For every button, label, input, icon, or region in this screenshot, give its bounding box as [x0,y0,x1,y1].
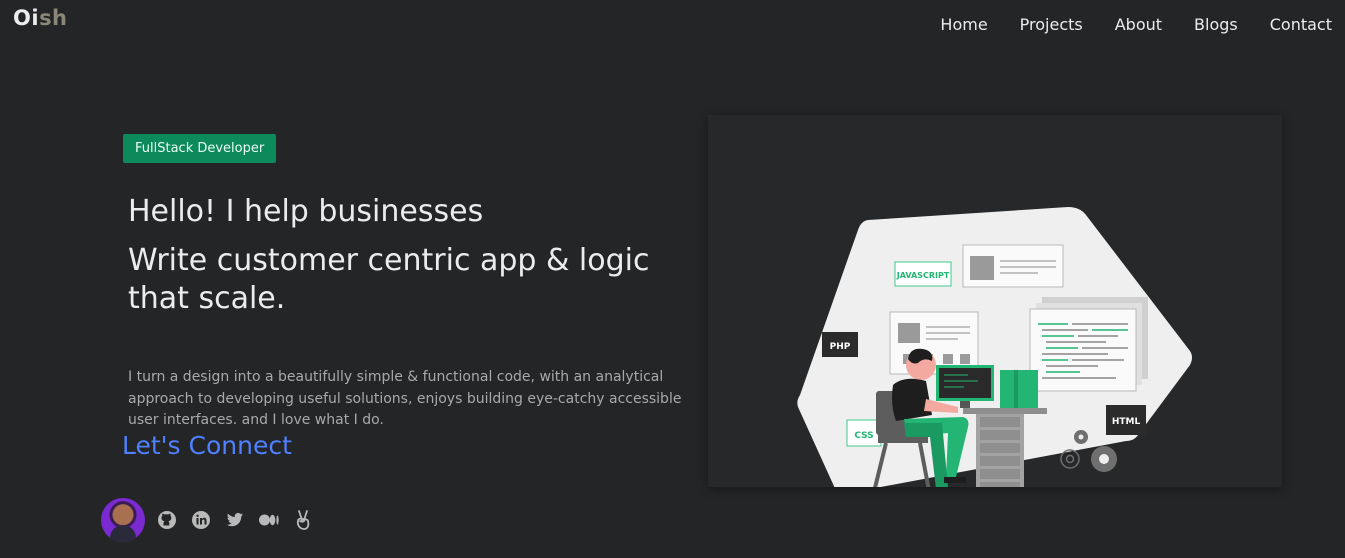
logo-part-2: sh [39,6,68,30]
lets-connect-link[interactable]: Let's Connect [122,431,292,460]
github-icon[interactable] [155,508,179,532]
nav-contact[interactable]: Contact [1270,15,1332,34]
nav-about[interactable]: About [1115,15,1162,34]
hero-description: I turn a design into a beautifully simpl… [128,369,682,428]
medium-icon[interactable] [257,508,281,532]
hero-headline-2: Write customer centric app & logic that … [128,243,650,316]
main-nav: Home Projects About Blogs Contact [940,15,1332,34]
html-tag: HTML [1112,417,1141,427]
css-tag: CSS [854,431,873,441]
twitter-icon[interactable] [223,508,247,532]
javascript-tag: JAVASCRIPT [896,271,950,280]
php-tag: PHP [830,342,851,352]
hero-illustration: JAVASCRIPT PHP CSS HTML [708,115,1282,487]
role-badge: FullStack Developer [123,134,277,163]
avatar[interactable] [101,498,145,542]
logo-part-1: Oi [13,6,40,30]
nav-home[interactable]: Home [940,15,987,34]
developer-illustration: JAVASCRIPT PHP CSS HTML [797,207,1192,487]
angellist-icon[interactable] [291,508,315,532]
linkedin-icon[interactable] [189,508,213,532]
nav-blogs[interactable]: Blogs [1194,15,1238,34]
social-links [101,498,315,542]
logo[interactable]: Oish [13,6,68,30]
nav-projects[interactable]: Projects [1020,15,1083,34]
hero-headline-1: Hello! I help businesses [128,194,484,229]
